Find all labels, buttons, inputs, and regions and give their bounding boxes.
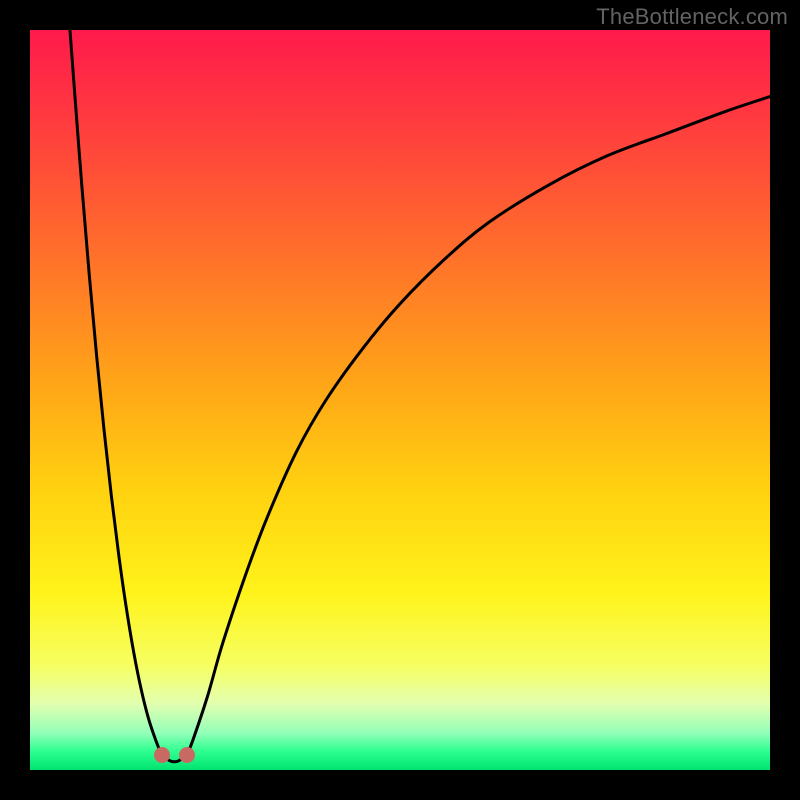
plot-area bbox=[30, 30, 770, 770]
outer-frame: TheBottleneck.com bbox=[0, 0, 800, 800]
watermark-text: TheBottleneck.com bbox=[596, 4, 788, 30]
marker-left bbox=[154, 747, 170, 763]
curve-layer bbox=[30, 30, 770, 770]
curve-right-branch bbox=[187, 97, 770, 756]
curve-left-branch bbox=[70, 30, 162, 755]
marker-right bbox=[179, 747, 195, 763]
